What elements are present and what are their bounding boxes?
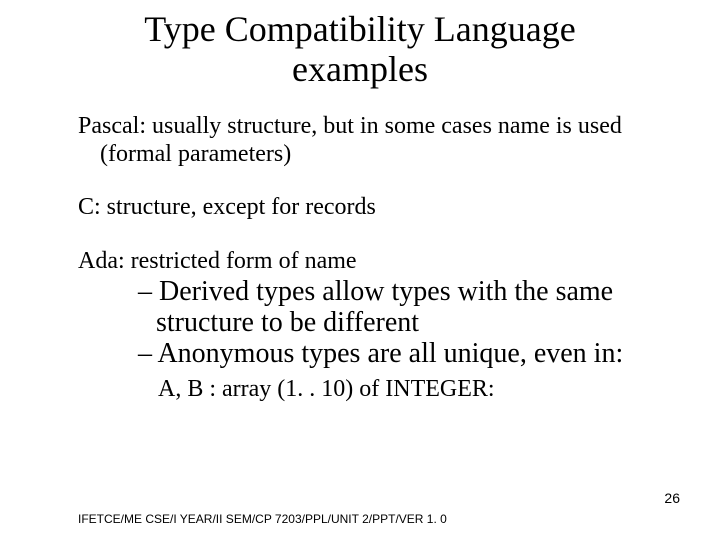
title-line-1: Type Compatibility Language bbox=[90, 10, 630, 50]
title-line-2: examples bbox=[90, 50, 630, 90]
ada-code-line: A, B : array (1. . 10) of INTEGER: bbox=[158, 376, 660, 404]
c-paragraph: C: structure, except for records bbox=[78, 194, 660, 222]
ada-sub-item-2: – Anonymous types are all unique, even i… bbox=[138, 338, 650, 369]
ada-sub-item-1: – Derived types allow types with the sam… bbox=[138, 276, 650, 339]
slide-body: Pascal: usually structure, but in some c… bbox=[78, 113, 660, 403]
ada-heading: Ada: restricted form of name bbox=[78, 248, 660, 276]
slide: Type Compatibility Language examples Pas… bbox=[0, 0, 720, 540]
slide-title: Type Compatibility Language examples bbox=[90, 0, 630, 89]
ada-sublist: – Derived types allow types with the sam… bbox=[138, 276, 660, 370]
footer-text: IFETCE/ME CSE/I YEAR/II SEM/CP 7203/PPL/… bbox=[78, 512, 447, 526]
page-number: 26 bbox=[664, 490, 680, 506]
ada-block: Ada: restricted form of name – Derived t… bbox=[78, 248, 660, 403]
pascal-paragraph: Pascal: usually structure, but in some c… bbox=[78, 113, 660, 168]
